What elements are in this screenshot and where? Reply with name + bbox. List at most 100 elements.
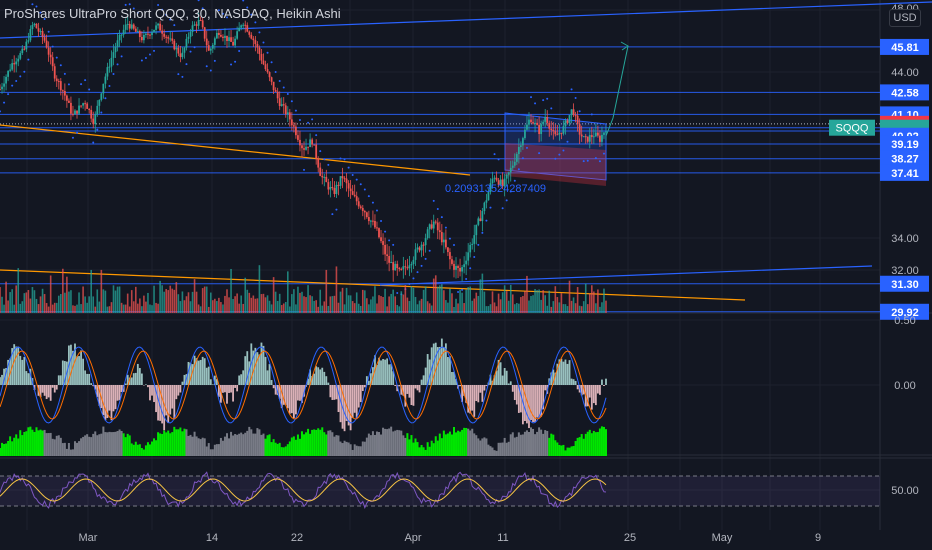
volume-bar (455, 298, 457, 313)
candle-body (309, 139, 311, 148)
volume-bar (232, 298, 234, 313)
macd-tick-0: 0.50 (894, 315, 915, 327)
vhist-bar (390, 426, 393, 456)
candle-body (211, 44, 214, 49)
candle-body (31, 25, 34, 30)
macd-hist (169, 385, 172, 415)
candle-body (84, 103, 87, 105)
volume-bar (248, 292, 251, 313)
volume-bar (347, 295, 350, 313)
psar-dot (128, 3, 131, 6)
candle-body (138, 31, 141, 38)
candle-body (55, 78, 58, 82)
macd-hist (88, 373, 91, 385)
macd-hist (234, 385, 237, 388)
volume-bar (68, 291, 70, 313)
volume-bar (406, 297, 409, 313)
vhist-bar (574, 441, 577, 456)
volume-bar (426, 301, 429, 313)
psar-dot (469, 267, 472, 270)
currency-badge[interactable]: USD (889, 9, 921, 27)
macd-hist (175, 385, 178, 400)
candle-body (564, 120, 567, 127)
vhist-bar (402, 435, 405, 456)
vhist-bar (177, 429, 180, 456)
volume-bar (351, 301, 354, 313)
vhist-bar (270, 442, 273, 456)
candle-body (406, 267, 409, 269)
psar-dot (558, 153, 561, 156)
price-label-9: 37.41 (891, 168, 919, 180)
channel-box[interactable] (504, 112, 607, 186)
candle-body (175, 47, 178, 50)
vhist-bar (315, 429, 318, 456)
macd-hist (82, 358, 84, 385)
vhist-bar (513, 437, 516, 456)
volume-bar (35, 298, 38, 313)
volume-bar (60, 294, 62, 313)
volume-bar (216, 301, 218, 313)
volume-bar (528, 300, 530, 313)
macd-hist (226, 385, 228, 404)
vhist-bar (605, 429, 607, 456)
candle-body (240, 25, 243, 28)
candle-body (57, 81, 60, 83)
vhist-bar (183, 428, 186, 456)
psar-dot (27, 58, 30, 61)
volume-bar (195, 291, 198, 313)
vhist-bar (39, 429, 42, 456)
candle-body (17, 58, 20, 62)
vhist-bar (457, 430, 460, 456)
macd-hist (118, 385, 121, 401)
psar-dot (408, 282, 411, 285)
candle-body (418, 247, 421, 251)
candle-body (550, 128, 553, 130)
macd-hist (605, 378, 607, 385)
volume-bar (359, 305, 362, 313)
candle-body (82, 103, 84, 106)
volume-bar (5, 281, 7, 313)
candle-body (136, 31, 139, 33)
vhist-bar (108, 431, 111, 456)
psar-dot (100, 111, 103, 114)
vhist-bar (473, 433, 476, 456)
macd-hist (485, 385, 488, 387)
volume-bar (552, 301, 555, 313)
macd-hist (260, 342, 263, 385)
psar-dot (355, 178, 358, 181)
macd-hist (315, 366, 318, 385)
macd-hist (382, 359, 384, 385)
macd-hist (181, 381, 184, 385)
volume-bar (53, 302, 56, 313)
vhist-bar (521, 434, 524, 456)
psar-dot (7, 93, 10, 96)
volume-bar (147, 292, 149, 313)
vhist-bar (406, 433, 409, 456)
macd-hist (329, 385, 332, 398)
volume-bar (599, 306, 601, 313)
candle-body (313, 144, 316, 146)
macd-hist (1, 374, 3, 385)
psar-dot (550, 107, 553, 110)
candle-body (193, 24, 196, 26)
vhist-bar (9, 436, 12, 456)
vhist-bar (426, 442, 429, 456)
candle-body (331, 186, 334, 189)
candle-body (568, 115, 571, 123)
vhist-bar (477, 438, 480, 456)
chart-title[interactable]: ProShares UltraPro Short QQQ, 30, NASDAQ… (4, 6, 341, 21)
candle-body (430, 224, 433, 229)
volume-bar (524, 291, 526, 313)
vhist-bar (37, 430, 40, 456)
macd-hist (270, 380, 273, 385)
macd-hist (416, 385, 419, 391)
vhist-bar (471, 428, 474, 456)
volume-bar (382, 296, 384, 313)
trading-chart[interactable]: 48.0044.0034.0032.0045.8142.5841.1040.48… (0, 0, 932, 550)
vhist-bar (23, 431, 26, 456)
psar-dot (388, 239, 391, 242)
candle-body (72, 113, 74, 115)
candle-body (151, 32, 153, 36)
volume-bar (605, 300, 607, 313)
candle-body (359, 206, 362, 208)
